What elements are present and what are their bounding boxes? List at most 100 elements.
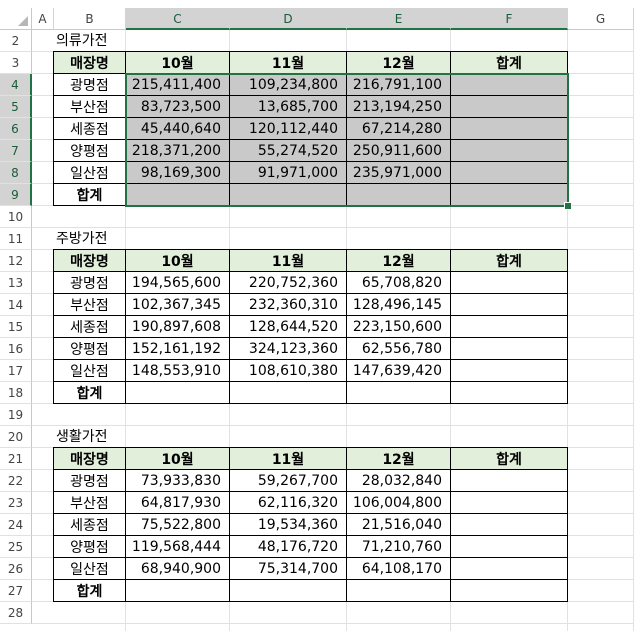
row-header-19[interactable]: 19 bbox=[0, 404, 32, 426]
row-header-17[interactable]: 17 bbox=[0, 360, 32, 382]
table-header-cell[interactable]: 12월 bbox=[347, 250, 451, 272]
row-total-cell[interactable] bbox=[451, 338, 568, 360]
row-total-cell[interactable] bbox=[451, 316, 568, 338]
sales-value-cell[interactable]: 91,971,000 bbox=[230, 162, 347, 184]
sales-value-cell[interactable]: 83,723,500 bbox=[126, 96, 230, 118]
row-total-cell[interactable] bbox=[451, 74, 568, 96]
column-header-f[interactable]: F bbox=[451, 8, 568, 30]
sales-value-cell[interactable]: 148,553,910 bbox=[126, 360, 230, 382]
sales-value-cell[interactable]: 13,685,700 bbox=[230, 96, 347, 118]
table-header-cell[interactable]: 12월 bbox=[347, 52, 451, 74]
store-name-cell[interactable]: 양평점 bbox=[54, 338, 126, 360]
row-header-14[interactable]: 14 bbox=[0, 294, 32, 316]
store-name-cell[interactable]: 일산점 bbox=[54, 558, 126, 580]
row-total-cell[interactable] bbox=[451, 96, 568, 118]
sales-value-cell[interactable]: 194,565,600 bbox=[126, 272, 230, 294]
row-header-21[interactable]: 21 bbox=[0, 448, 32, 470]
total-label-cell[interactable]: 합계 bbox=[54, 382, 126, 404]
row-total-cell[interactable] bbox=[451, 118, 568, 140]
sales-value-cell[interactable]: 218,371,200 bbox=[126, 140, 230, 162]
row-header-3[interactable]: 3 bbox=[0, 52, 32, 74]
sales-value-cell[interactable]: 216,791,100 bbox=[347, 74, 451, 96]
store-name-cell[interactable]: 광명점 bbox=[54, 74, 126, 96]
table-header-cell[interactable]: 매장명 bbox=[54, 448, 126, 470]
sales-value-cell[interactable]: 152,161,192 bbox=[126, 338, 230, 360]
row-total-cell[interactable] bbox=[451, 536, 568, 558]
sales-value-cell[interactable]: 62,556,780 bbox=[347, 338, 451, 360]
column-total-cell[interactable] bbox=[230, 580, 347, 602]
sales-value-cell[interactable]: 73,933,830 bbox=[126, 470, 230, 492]
row-header-6[interactable]: 6 bbox=[0, 118, 32, 140]
column-total-cell[interactable] bbox=[126, 184, 230, 206]
store-name-cell[interactable]: 세종점 bbox=[54, 118, 126, 140]
sales-value-cell[interactable]: 215,411,400 bbox=[126, 74, 230, 96]
sales-value-cell[interactable]: 21,516,040 bbox=[347, 514, 451, 536]
sales-value-cell[interactable]: 232,360,310 bbox=[230, 294, 347, 316]
sales-value-cell[interactable]: 98,169,300 bbox=[126, 162, 230, 184]
column-header-e[interactable]: E bbox=[347, 8, 451, 30]
store-name-cell[interactable]: 부산점 bbox=[54, 294, 126, 316]
table-header-cell[interactable]: 10월 bbox=[126, 52, 230, 74]
sales-value-cell[interactable]: 220,752,360 bbox=[230, 272, 347, 294]
table-title-1[interactable]: 의류가전 bbox=[56, 30, 108, 52]
table-header-cell[interactable]: 합계 bbox=[451, 250, 568, 272]
sales-value-cell[interactable]: 65,708,820 bbox=[347, 272, 451, 294]
table-header-cell[interactable]: 12월 bbox=[347, 448, 451, 470]
store-name-cell[interactable]: 광명점 bbox=[54, 470, 126, 492]
sales-value-cell[interactable]: 223,150,600 bbox=[347, 316, 451, 338]
table-header-cell[interactable]: 10월 bbox=[126, 250, 230, 272]
column-header-b[interactable]: B bbox=[54, 8, 126, 30]
store-name-cell[interactable]: 부산점 bbox=[54, 492, 126, 514]
sales-value-cell[interactable]: 28,032,840 bbox=[347, 470, 451, 492]
table-title-3[interactable]: 생활가전 bbox=[56, 426, 108, 448]
sales-value-cell[interactable]: 190,897,608 bbox=[126, 316, 230, 338]
row-header-23[interactable]: 23 bbox=[0, 492, 32, 514]
store-name-cell[interactable]: 광명점 bbox=[54, 272, 126, 294]
sales-value-cell[interactable]: 213,194,250 bbox=[347, 96, 451, 118]
column-total-cell[interactable] bbox=[347, 580, 451, 602]
table-header-cell[interactable]: 매장명 bbox=[54, 250, 126, 272]
sales-value-cell[interactable]: 147,639,420 bbox=[347, 360, 451, 382]
store-name-cell[interactable]: 일산점 bbox=[54, 162, 126, 184]
sales-value-cell[interactable]: 71,210,760 bbox=[347, 536, 451, 558]
column-total-cell[interactable] bbox=[451, 184, 568, 206]
column-header-a[interactable]: A bbox=[32, 8, 54, 30]
column-total-cell[interactable] bbox=[347, 184, 451, 206]
store-name-cell[interactable]: 일산점 bbox=[54, 360, 126, 382]
column-header-c[interactable]: C bbox=[126, 8, 230, 30]
store-name-cell[interactable]: 양평점 bbox=[54, 536, 126, 558]
sales-value-cell[interactable]: 67,214,280 bbox=[347, 118, 451, 140]
select-all-corner[interactable] bbox=[0, 8, 32, 30]
row-header-2[interactable]: 2 bbox=[0, 30, 32, 52]
column-total-cell[interactable] bbox=[126, 382, 230, 404]
row-total-cell[interactable] bbox=[451, 272, 568, 294]
total-label-cell[interactable]: 합계 bbox=[54, 580, 126, 602]
sales-value-cell[interactable]: 68,940,900 bbox=[126, 558, 230, 580]
sales-value-cell[interactable]: 102,367,345 bbox=[126, 294, 230, 316]
table-header-cell[interactable]: 11월 bbox=[230, 52, 347, 74]
row-header-7[interactable]: 7 bbox=[0, 140, 32, 162]
store-name-cell[interactable]: 세종점 bbox=[54, 514, 126, 536]
row-header-12[interactable]: 12 bbox=[0, 250, 32, 272]
sales-value-cell[interactable]: 59,267,700 bbox=[230, 470, 347, 492]
store-name-cell[interactable]: 부산점 bbox=[54, 96, 126, 118]
column-header-d[interactable]: D bbox=[230, 8, 347, 30]
table-header-cell[interactable]: 합계 bbox=[451, 448, 568, 470]
row-total-cell[interactable] bbox=[451, 294, 568, 316]
sales-value-cell[interactable]: 106,004,800 bbox=[347, 492, 451, 514]
sales-value-cell[interactable]: 128,644,520 bbox=[230, 316, 347, 338]
sales-value-cell[interactable]: 250,911,600 bbox=[347, 140, 451, 162]
row-header-8[interactable]: 8 bbox=[0, 162, 32, 184]
sales-value-cell[interactable]: 324,123,360 bbox=[230, 338, 347, 360]
sales-value-cell[interactable]: 128,496,145 bbox=[347, 294, 451, 316]
row-header-13[interactable]: 13 bbox=[0, 272, 32, 294]
column-total-cell[interactable] bbox=[230, 184, 347, 206]
column-total-cell[interactable] bbox=[126, 580, 230, 602]
table-title-2[interactable]: 주방가전 bbox=[56, 228, 108, 250]
row-header-9[interactable]: 9 bbox=[0, 184, 32, 206]
row-header-22[interactable]: 22 bbox=[0, 470, 32, 492]
column-header-g[interactable]: G bbox=[568, 8, 634, 30]
column-total-cell[interactable] bbox=[347, 382, 451, 404]
row-header-16[interactable]: 16 bbox=[0, 338, 32, 360]
row-header-24[interactable]: 24 bbox=[0, 514, 32, 536]
